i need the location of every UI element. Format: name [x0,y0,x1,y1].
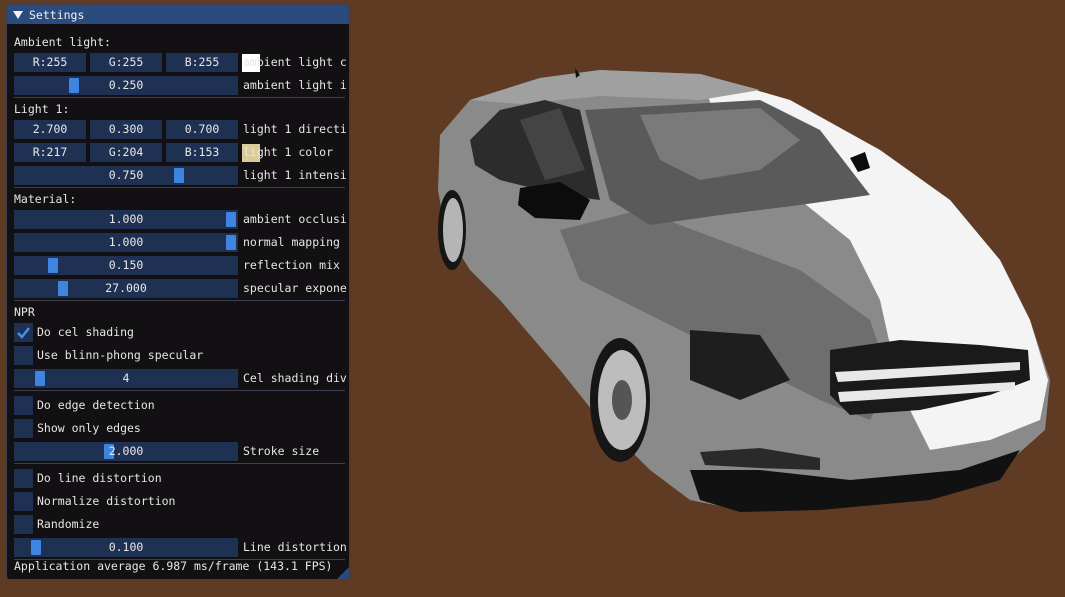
light1-r-field[interactable]: R:217 [14,143,86,162]
line-distortion-checkbox[interactable] [14,469,33,488]
normal-mapping-label: normal mapping [243,235,340,249]
material-heading: Material: [14,192,77,206]
cel-shading-checkbox[interactable] [14,323,33,342]
slider-value: 0.150 [108,258,144,272]
slider-grab[interactable] [58,281,68,296]
blinn-phong-checkbox[interactable] [14,346,33,365]
ao-label: ambient occlusi [243,212,347,226]
ambient-b-field[interactable]: B:255 [166,53,238,72]
slider-value: 1.000 [108,212,144,226]
slider-value: 0.100 [108,540,144,554]
slider-value: 0.250 [108,78,144,92]
ambient-color-label: ambient light c [243,55,347,69]
reflection-mix-slider[interactable]: 0.150 [14,256,238,275]
slider-grab[interactable] [68,78,79,93]
cel-shading-label: Do cel shading [37,325,134,339]
light1-direction-row: 2.700 0.300 0.700 [14,120,238,139]
only-edges-checkbox[interactable] [14,419,33,438]
normal-mapping-slider[interactable]: 1.000 [14,233,238,252]
fps-readout: Application average 6.987 ms/frame (143.… [14,559,333,573]
checkmark-icon [17,327,30,339]
edge-detection-label: Do edge detection [37,398,155,412]
randomize-label: Randomize [37,517,100,531]
stroke-size-slider[interactable]: 2.000 [14,442,238,461]
collapse-triangle-icon[interactable] [13,10,23,19]
light1-intensity-slider[interactable]: 0.750 [14,166,238,185]
window-title: Settings [29,7,85,22]
light1-direction-label: light 1 directi [243,122,347,136]
slider-value: 0.750 [108,168,144,182]
npr-heading: NPR [14,305,35,319]
light1-dir-y-field[interactable]: 0.300 [90,120,162,139]
ambient-g-field[interactable]: G:255 [90,53,162,72]
light1-heading: Light 1: [14,102,70,116]
divider [14,390,345,391]
blinn-phong-label: Use blinn-phong specular [37,348,204,362]
slider-value: 2.000 [108,444,144,458]
cel-divisions-label: Cel shading div [243,371,347,385]
slider-value: 27.000 [105,281,147,295]
slider-value: 1.000 [108,235,144,249]
edge-detection-checkbox[interactable] [14,396,33,415]
slider-grab[interactable] [173,168,184,183]
settings-titlebar[interactable]: Settings [7,5,349,24]
normalize-distortion-checkbox[interactable] [14,492,33,511]
light1-intensity-label: light 1 intensi [243,168,347,182]
ambient-r-field[interactable]: R:255 [14,53,86,72]
ambient-intensity-slider[interactable]: 0.250 [14,76,238,95]
slider-grab[interactable] [226,212,236,227]
car-model [438,68,1050,512]
reflection-mix-label: reflection mix [243,258,340,272]
slider-grab[interactable] [226,235,236,250]
line-distortion-toggle-label: Do line distortion [37,471,162,485]
line-distortion-label: Line distortion [243,540,347,554]
stroke-size-label: Stroke size [243,444,320,458]
settings-window[interactable]: Settings Ambient light: R:255 G:255 B:25… [6,4,350,580]
slider-grab[interactable] [47,258,58,273]
divider [14,187,345,188]
light1-color-label: light 1 color [243,145,334,159]
slider-grab[interactable] [30,540,41,555]
slider-value: 4 [122,371,130,385]
specular-exponent-slider[interactable]: 27.000 [14,279,238,298]
light1-g-field[interactable]: G:204 [90,143,162,162]
divider [14,463,345,464]
only-edges-label: Show only edges [37,421,141,435]
divider [14,300,345,301]
divider [14,97,345,98]
cel-divisions-slider[interactable]: 4 [14,369,238,388]
randomize-checkbox[interactable] [14,515,33,534]
light1-b-field[interactable]: B:153 [166,143,238,162]
ambient-heading: Ambient light: [14,35,111,49]
light1-dir-z-field[interactable]: 0.700 [166,120,238,139]
resize-grip-icon[interactable] [337,567,349,579]
slider-grab[interactable] [34,371,45,386]
ambient-color-row: R:255 G:255 B:255 [14,53,260,72]
normalize-distortion-label: Normalize distortion [37,494,176,508]
ao-slider[interactable]: 1.000 [14,210,238,229]
specular-exponent-label: specular expone [243,281,347,295]
light1-color-row: R:217 G:204 B:153 [14,143,260,162]
light1-dir-x-field[interactable]: 2.700 [14,120,86,139]
line-distortion-slider[interactable]: 0.100 [14,538,238,557]
ambient-intensity-label: ambient light i [243,78,347,92]
